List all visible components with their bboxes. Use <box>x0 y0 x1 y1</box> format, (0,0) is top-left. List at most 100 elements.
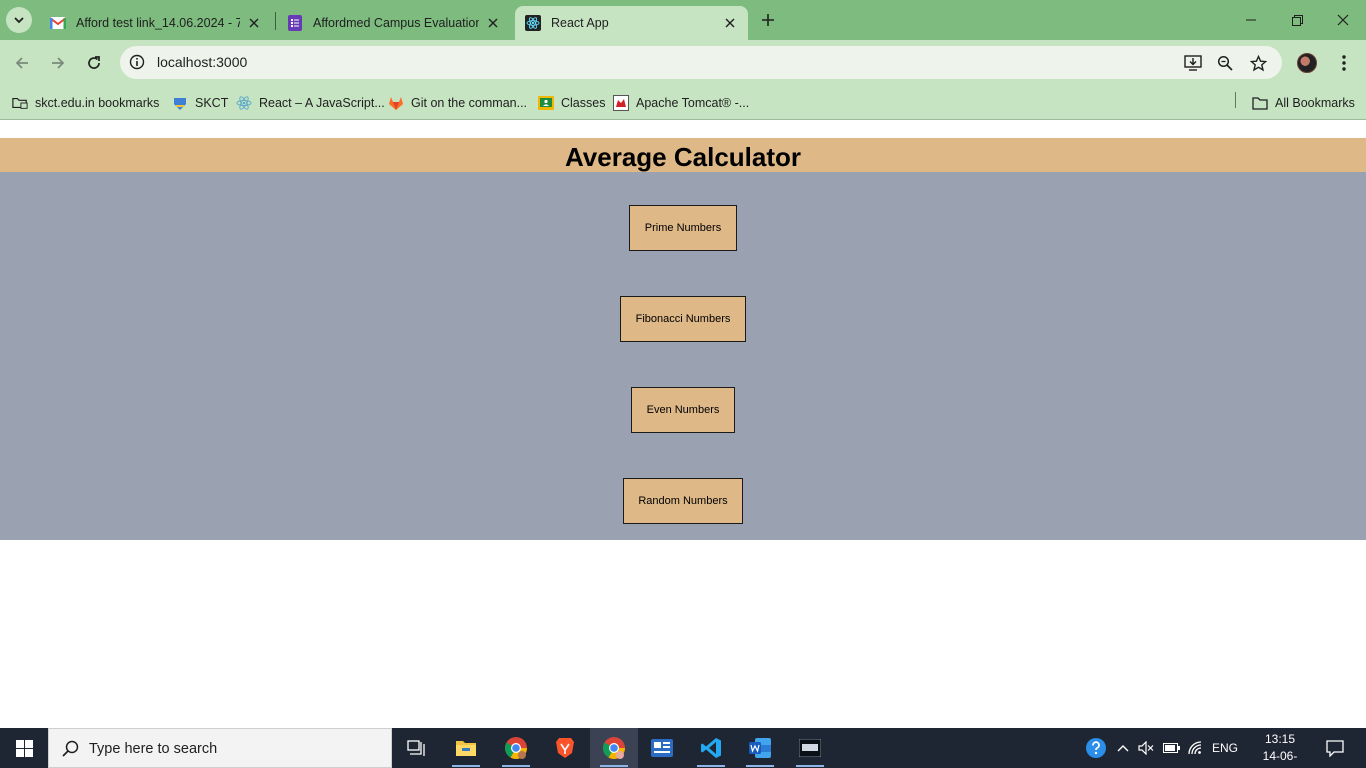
close-icon <box>1337 14 1349 26</box>
word-icon <box>749 738 771 758</box>
mysql-icon <box>799 739 821 757</box>
reload-button[interactable] <box>81 50 107 76</box>
windows-icon <box>15 739 33 757</box>
skct-logo-icon <box>172 95 188 111</box>
page-title: Average Calculator <box>564 142 802 172</box>
search-placeholder: Type here to search <box>89 741 218 757</box>
close-icon[interactable] <box>246 15 262 31</box>
input-language[interactable]: ENG <box>1210 728 1240 768</box>
classroom-icon <box>538 95 554 111</box>
bookmark-skct-folder[interactable]: skct.edu.in bookmarks <box>12 92 159 114</box>
battery-button[interactable] <box>1160 728 1182 768</box>
fibonacci-numbers-button[interactable]: Fibonacci Numbers <box>620 296 746 342</box>
news-button[interactable] <box>638 728 686 768</box>
show-hidden-icons-button[interactable] <box>1114 728 1132 768</box>
react-icon <box>236 95 252 111</box>
bookmark-tomcat[interactable]: Apache Tomcat® -... <box>613 92 749 114</box>
word-button[interactable] <box>736 728 784 768</box>
bookmark-label: React – A JavaScript... <box>259 96 385 110</box>
bookmarks-divider <box>1235 92 1236 108</box>
chrome-button[interactable] <box>492 728 540 768</box>
bookmark-label: Apache Tomcat® -... <box>636 96 750 110</box>
all-bookmarks-button[interactable]: All Bookmarks <box>1252 92 1355 114</box>
close-icon[interactable] <box>485 15 501 31</box>
chevron-up-icon <box>1117 745 1129 752</box>
forward-button[interactable] <box>45 50 71 76</box>
install-app-icon[interactable] <box>1183 53 1203 73</box>
minimize-button[interactable] <box>1228 0 1274 40</box>
bookmark-label: skct.edu.in bookmarks <box>35 96 160 110</box>
bookmark-star-icon[interactable] <box>1248 53 1268 73</box>
prime-numbers-button[interactable]: Prime Numbers <box>629 205 737 251</box>
bookmark-label: All Bookmarks <box>1275 96 1355 110</box>
minimize-icon <box>1246 19 1256 21</box>
volume-button[interactable] <box>1136 728 1156 768</box>
tab-react-app[interactable]: React App <box>515 6 748 40</box>
network-button[interactable] <box>1186 728 1206 768</box>
chevron-down-icon <box>14 17 24 24</box>
tab-gmail[interactable]: Afford test link_14.06.2024 - 72 <box>40 6 272 40</box>
task-view-icon <box>407 740 425 756</box>
brave-icon <box>556 738 574 758</box>
close-icon[interactable] <box>722 15 738 31</box>
url-text: localhost:3000 <box>157 54 248 70</box>
system-clock[interactable]: 13:15 14-06-2024 <box>1252 731 1308 768</box>
help-icon <box>1086 738 1106 758</box>
task-view-button[interactable] <box>392 728 440 768</box>
notification-icon <box>1326 739 1344 757</box>
tab-title: Affordmed Campus Evaluation <box>313 16 479 30</box>
bookmark-label: SKCT <box>195 96 229 110</box>
search-icon <box>62 740 79 757</box>
arrow-left-icon <box>15 57 28 69</box>
browser-toolbar: localhost:3000 <box>0 40 1366 86</box>
bookmark-git[interactable]: Git on the comman... <box>388 92 527 114</box>
tab-search-button[interactable] <box>6 7 32 33</box>
chrome-profile-icon <box>603 737 625 759</box>
zoom-icon[interactable] <box>1215 53 1235 73</box>
taskbar-search[interactable]: Type here to search <box>48 728 392 768</box>
random-numbers-button[interactable]: Random Numbers <box>623 478 743 524</box>
tab-strip: Afford test link_14.06.2024 - 72 Affordm… <box>0 0 1366 40</box>
vscode-button[interactable] <box>687 728 735 768</box>
profile-avatar[interactable] <box>1297 53 1317 73</box>
bookmark-classes[interactable]: Classes <box>538 92 605 114</box>
notifications-button[interactable] <box>1318 728 1352 768</box>
file-explorer-icon <box>456 741 476 756</box>
vscode-icon <box>701 738 721 758</box>
app-header: Average Calculator <box>0 138 1366 172</box>
address-bar[interactable]: localhost:3000 <box>120 46 1282 79</box>
tab-title: React App <box>551 16 609 30</box>
menu-button[interactable] <box>1334 52 1354 74</box>
managed-folder-icon <box>12 95 28 111</box>
plus-icon <box>762 14 774 26</box>
clock-time: 13:15 <box>1264 732 1296 746</box>
taskbar: Type here to search ENG 13:15 14-06- <box>0 728 1366 768</box>
bookmark-react[interactable]: React – A JavaScript... <box>236 92 385 114</box>
file-explorer-button[interactable] <box>442 728 490 768</box>
close-window-button[interactable] <box>1320 0 1366 40</box>
tab-affordmed-form[interactable]: Affordmed Campus Evaluation <box>277 6 511 40</box>
restore-icon <box>1291 14 1303 26</box>
bookmark-skct[interactable]: SKCT <box>172 92 228 114</box>
app-body: Prime Numbers Fibonacci Numbers Even Num… <box>0 172 1366 540</box>
mysql-button[interactable] <box>786 728 834 768</box>
tomcat-icon <box>613 95 629 111</box>
site-info-icon[interactable] <box>128 53 146 71</box>
new-tab-button[interactable] <box>756 8 780 32</box>
gmail-icon <box>50 15 66 31</box>
tab-separator <box>275 12 276 30</box>
help-tray-button[interactable] <box>1084 728 1108 768</box>
wifi-icon <box>1188 741 1202 755</box>
reload-icon <box>88 56 100 69</box>
chrome-profile-button[interactable] <box>590 728 638 768</box>
speaker-muted-icon <box>1138 741 1154 755</box>
battery-icon <box>1162 743 1180 753</box>
bookmark-label: Git on the comman... <box>411 96 528 110</box>
even-numbers-button[interactable]: Even Numbers <box>631 387 735 433</box>
page-viewport: Average Calculator Prime Numbers Fibonac… <box>0 121 1366 728</box>
start-button[interactable] <box>0 728 48 768</box>
restore-button[interactable] <box>1274 0 1320 40</box>
back-button[interactable] <box>9 50 35 76</box>
clock-date: 14-06-2024 <box>1262 749 1298 768</box>
brave-button[interactable] <box>541 728 589 768</box>
